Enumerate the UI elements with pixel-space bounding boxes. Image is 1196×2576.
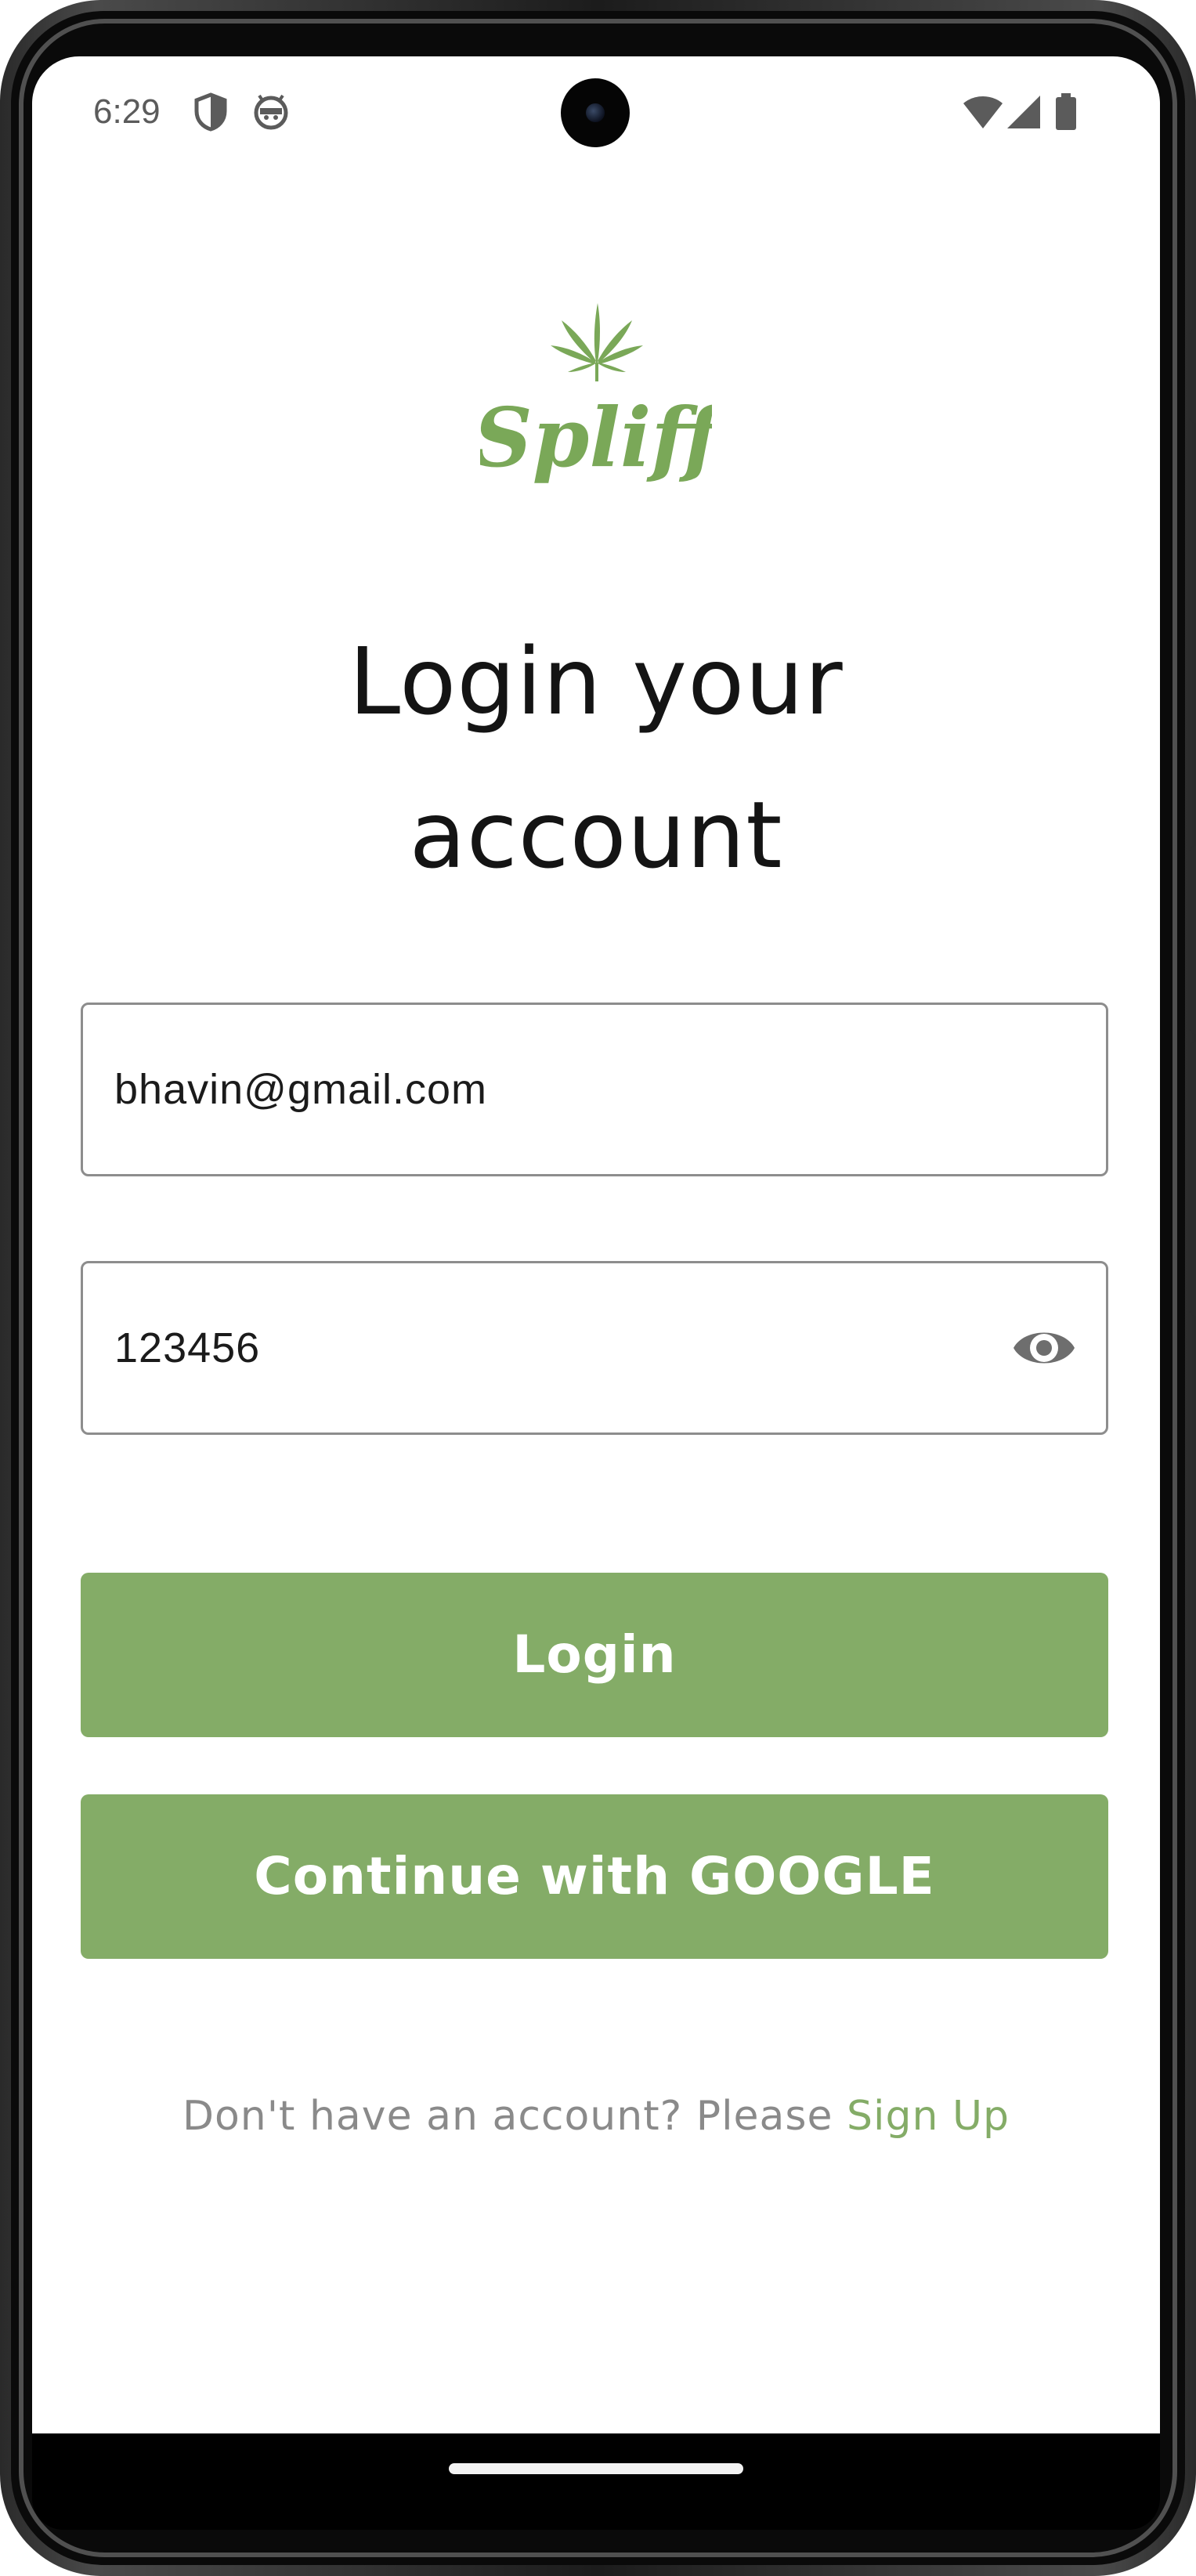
- signup-link[interactable]: Sign Up: [847, 2093, 1010, 2140]
- android-face-icon: [254, 94, 288, 130]
- email-field[interactable]: bhavin@gmail.com: [81, 1003, 1108, 1176]
- signup-row: Don't have an account? Please Sign Up: [32, 2093, 1160, 2140]
- email-value: bhavin@gmail.com: [114, 1066, 488, 1113]
- password-field[interactable]: 123456: [81, 1261, 1108, 1435]
- logo-text: Spliff: [480, 389, 712, 486]
- home-gesture-bar[interactable]: [449, 2463, 743, 2474]
- phone-chin: [32, 2498, 1160, 2530]
- spliff-logo: Spliff: [480, 303, 712, 486]
- wifi-icon: [963, 96, 1003, 128]
- cell-signal-icon: [1007, 96, 1040, 128]
- volume-button: [1190, 1042, 1196, 1316]
- side-button: [1190, 329, 1196, 423]
- eye-icon[interactable]: [1012, 1320, 1076, 1376]
- front-camera: [561, 78, 630, 147]
- phone-frame: 6:29 Spliff Login your account bhavin@gm…: [0, 0, 1196, 2576]
- password-value: 123456: [114, 1324, 261, 1371]
- login-button[interactable]: Login: [81, 1573, 1108, 1737]
- status-time: 6:29: [93, 92, 161, 131]
- google-login-button[interactable]: Continue with GOOGLE: [81, 1794, 1108, 1959]
- status-bar: 6:29: [32, 56, 1160, 174]
- screen: 6:29 Spliff Login your account bhavin@gm…: [32, 56, 1160, 2498]
- power-button: [1190, 846, 1196, 1034]
- battery-icon: [1056, 93, 1076, 130]
- signup-prompt: Don't have an account? Please: [182, 2093, 847, 2140]
- shield-icon: [194, 92, 227, 132]
- page-title: Login your account: [349, 627, 844, 889]
- navigation-bar: [32, 2433, 1160, 2498]
